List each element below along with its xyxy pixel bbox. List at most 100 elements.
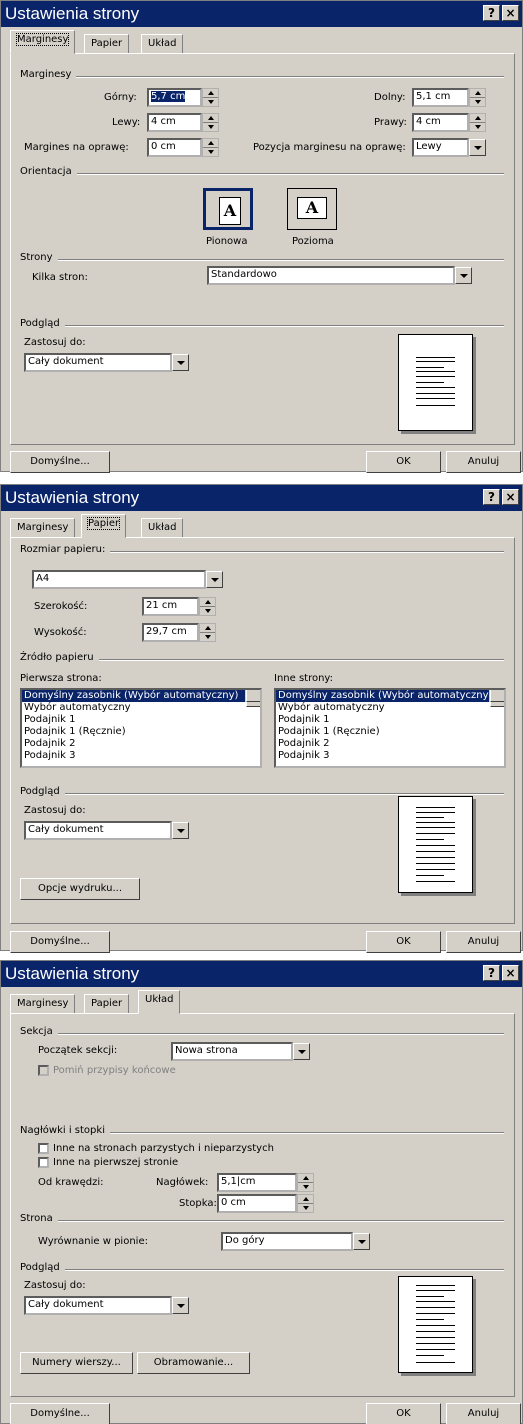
chevron-down-icon[interactable]: [172, 1297, 189, 1314]
group-paper-size-label: Rozmiar papieru:: [20, 544, 111, 555]
top-margin-input[interactable]: 5,7 cm: [147, 88, 202, 107]
tab-paper[interactable]: Papier: [84, 34, 130, 54]
list-item[interactable]: Podajnik 3: [276, 750, 504, 762]
list-item[interactable]: Podajnik 1: [276, 714, 504, 726]
tab-layout[interactable]: Układ: [141, 34, 184, 54]
help-button[interactable]: ?: [483, 489, 500, 505]
apply-to-label: Zastosuj do:: [24, 805, 86, 816]
list-item[interactable]: Podajnik 3: [22, 750, 260, 762]
right-margin-label: Prawy:: [374, 117, 407, 128]
scrollbar[interactable]: [489, 690, 504, 707]
print-options-button[interactable]: Opcje wydruku...: [20, 878, 140, 900]
chevron-down-icon[interactable]: [172, 354, 189, 371]
chevron-down-icon[interactable]: [206, 571, 223, 588]
width-spinner[interactable]: [199, 597, 216, 616]
list-item[interactable]: Domyślny zasobnik (Wybór automatyczny): [22, 690, 260, 702]
suppress-endnotes-label: Pomiń przypisy końcowe: [53, 1065, 176, 1076]
chevron-down-icon[interactable]: [353, 1233, 370, 1250]
paper-size-select[interactable]: A4: [32, 570, 206, 589]
default-button[interactable]: Domyślne...: [10, 451, 110, 473]
apply-to-select[interactable]: Cały dokument: [24, 821, 172, 840]
default-button[interactable]: Domyślne...: [10, 931, 110, 953]
list-item[interactable]: Podajnik 1: [22, 714, 260, 726]
portrait-label: Pionowa: [206, 236, 248, 247]
borders-button[interactable]: Obramowanie...: [137, 1352, 250, 1374]
tab-paper[interactable]: Papier: [84, 994, 130, 1014]
section-start-select[interactable]: Nowa strona: [171, 1042, 293, 1061]
footer-distance-spinner[interactable]: [297, 1194, 314, 1213]
other-pages-tray-list[interactable]: Domyślny zasobnik (Wybór automatyczny) W…: [274, 688, 506, 768]
list-item[interactable]: Domyślny zasobnik (Wybór automatyczny): [276, 690, 504, 702]
list-item[interactable]: Podajnik 1 (Ręcznie): [276, 726, 504, 738]
bottom-margin-input[interactable]: 5,1 cm: [412, 88, 469, 107]
portrait-button[interactable]: A: [203, 188, 253, 230]
bottom-margin-spinner[interactable]: [469, 88, 486, 107]
ok-button[interactable]: OK: [366, 1403, 441, 1424]
apply-to-select[interactable]: Cały dokument: [24, 1296, 172, 1315]
list-item[interactable]: Podajnik 2: [22, 738, 260, 750]
group-headers-footers-label: Nagłówki i stopki: [20, 1125, 110, 1136]
chevron-down-icon[interactable]: [469, 139, 486, 156]
height-input[interactable]: 29,7 cm: [142, 623, 199, 642]
section-start-label: Początek sekcji:: [38, 1045, 118, 1056]
cancel-button[interactable]: Anuluj: [446, 1403, 521, 1424]
bottom-margin-label: Dolny:: [374, 92, 406, 103]
group-paper-source-label: Źródło papieru: [20, 652, 99, 663]
landscape-button[interactable]: A: [287, 188, 337, 230]
left-margin-input[interactable]: 4 cm: [147, 113, 202, 132]
landscape-page-icon: A: [297, 197, 327, 219]
apply-to-select[interactable]: Cały dokument: [24, 353, 172, 372]
header-distance-spinner[interactable]: [297, 1173, 314, 1192]
dialog-titlebar: Ustawienia strony ? ×: [1, 485, 522, 511]
close-button[interactable]: ×: [502, 965, 519, 981]
odd-even-label: Inne na stronach parzystych i nieparzyst…: [53, 1143, 274, 1154]
help-button[interactable]: ?: [483, 5, 500, 21]
group-preview-label: Podgląd: [20, 786, 65, 797]
vertical-alignment-select[interactable]: Do góry: [221, 1232, 353, 1251]
scrollbar[interactable]: [245, 690, 260, 707]
list-item[interactable]: Podajnik 1 (Ręcznie): [22, 726, 260, 738]
list-item[interactable]: Wybór automatyczny: [22, 702, 260, 714]
gutter-spinner[interactable]: [202, 138, 219, 157]
help-button[interactable]: ?: [483, 965, 500, 981]
gutter-position-select[interactable]: Lewy: [412, 138, 469, 157]
tab-layout[interactable]: Układ: [138, 990, 181, 1014]
tab-margins[interactable]: Marginesy: [10, 30, 76, 54]
ok-button[interactable]: OK: [366, 451, 441, 473]
tab-margins[interactable]: Marginesy: [10, 518, 76, 538]
tab-margins[interactable]: Marginesy: [10, 994, 76, 1014]
line-numbers-button[interactable]: Numery wierszy...: [20, 1352, 133, 1374]
chevron-down-icon[interactable]: [293, 1043, 310, 1060]
tab-paper[interactable]: Papier: [81, 514, 127, 538]
chevron-down-icon[interactable]: [172, 822, 189, 839]
cancel-button[interactable]: Anuluj: [446, 451, 521, 473]
ok-button[interactable]: OK: [366, 931, 441, 953]
suppress-endnotes-checkbox[interactable]: [38, 1065, 49, 1076]
width-input[interactable]: 21 cm: [142, 597, 199, 616]
right-margin-spinner[interactable]: [469, 113, 486, 132]
first-page-tray-list[interactable]: Domyślny zasobnik (Wybór automatyczny) W…: [20, 688, 262, 768]
default-button[interactable]: Domyślne...: [10, 1403, 110, 1424]
header-distance-input[interactable]: 5,1|cm: [217, 1173, 297, 1192]
odd-even-checkbox[interactable]: [38, 1143, 49, 1154]
dialog-titlebar: Ustawienia strony ? ×: [1, 1, 522, 27]
left-margin-spinner[interactable]: [202, 113, 219, 132]
height-spinner[interactable]: [199, 623, 216, 642]
list-item[interactable]: Wybór automatyczny: [276, 702, 504, 714]
first-page-checkbox[interactable]: [38, 1157, 49, 1168]
close-button[interactable]: ×: [502, 5, 519, 21]
group-preview-label: Podgląd: [20, 318, 65, 329]
right-margin-input[interactable]: 4 cm: [412, 113, 469, 132]
top-margin-spinner[interactable]: [202, 88, 219, 107]
dialog-title: Ustawienia strony: [5, 4, 140, 23]
multiple-pages-select[interactable]: Standardowo: [207, 266, 455, 285]
tab-layout[interactable]: Układ: [141, 518, 184, 538]
gutter-input[interactable]: 0 cm: [147, 138, 202, 157]
chevron-down-icon[interactable]: [455, 267, 472, 284]
list-item[interactable]: Podajnik 2: [276, 738, 504, 750]
close-button[interactable]: ×: [502, 489, 519, 505]
footer-distance-input[interactable]: 0 cm: [217, 1194, 297, 1213]
left-margin-label: Lewy:: [112, 117, 141, 128]
cancel-button[interactable]: Anuluj: [446, 931, 521, 953]
width-label: Szerokość:: [34, 601, 88, 612]
